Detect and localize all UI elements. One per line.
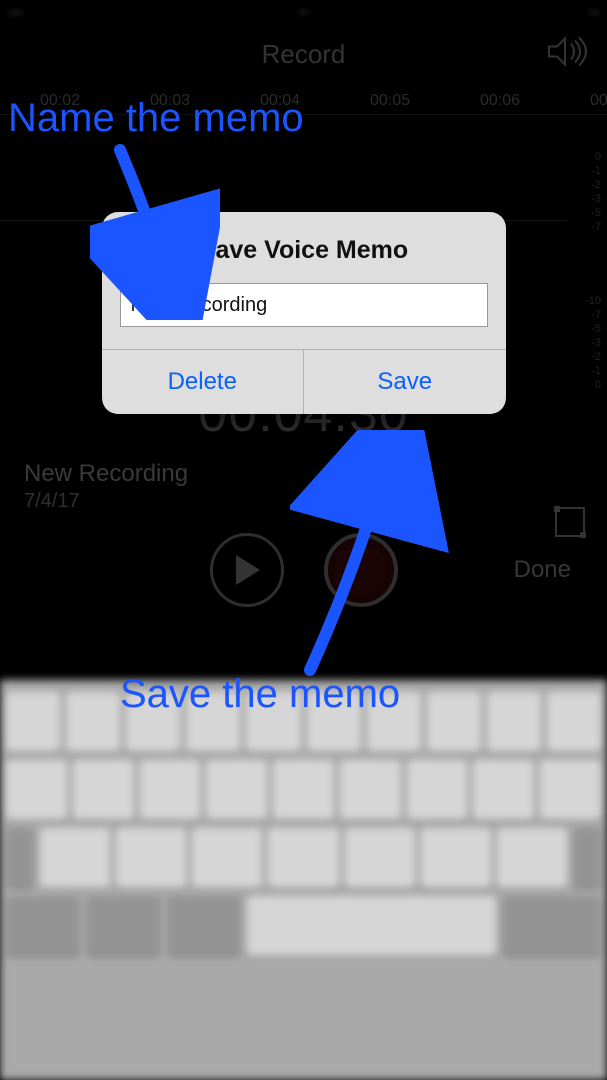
emoji-key[interactable] <box>86 896 160 956</box>
return-key[interactable] <box>502 896 601 956</box>
space-key[interactable] <box>247 896 495 956</box>
mic-key[interactable] <box>167 896 241 956</box>
backspace-key[interactable] <box>573 828 601 888</box>
delete-button[interactable]: Delete <box>102 350 304 414</box>
dialog-title: Save Voice Memo <box>102 212 506 283</box>
keyboard[interactable] <box>0 680 607 1080</box>
numbers-key[interactable] <box>6 896 80 956</box>
save-button[interactable]: Save <box>303 350 506 414</box>
memo-name-input[interactable] <box>120 283 488 327</box>
shift-key[interactable] <box>6 828 34 888</box>
save-dialog: Save Voice Memo Delete Save <box>102 212 506 414</box>
